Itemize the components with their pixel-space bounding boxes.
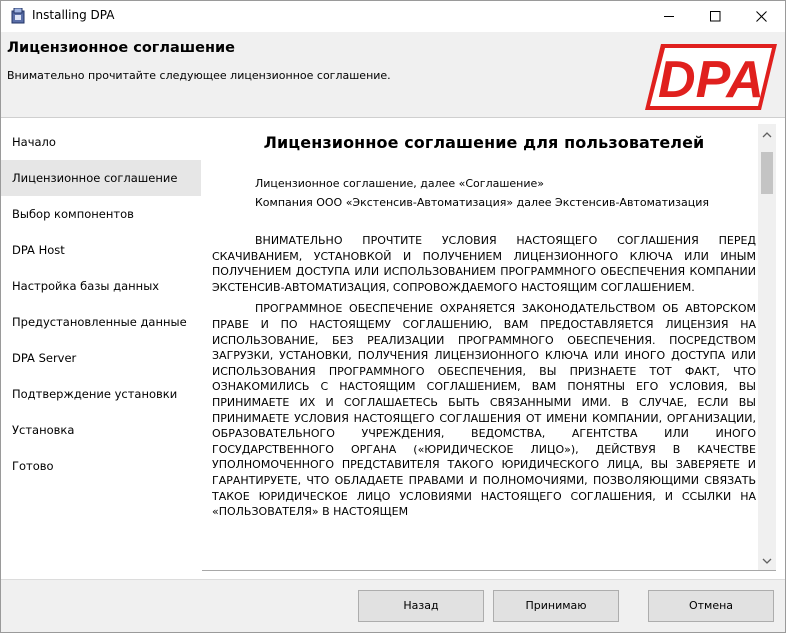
step-subtitle: Внимательно прочитайте следующее лицензи… (7, 69, 391, 82)
license-line-agreement: Лицензионное соглашение, далее «Соглашен… (255, 177, 545, 190)
sidebar-item-dpa-server[interactable]: DPA Server (1, 340, 201, 376)
chevron-up-icon (762, 132, 772, 138)
step-title: Лицензионное соглашение (7, 40, 236, 56)
steps-sidebar: Начало Лицензионное соглашение Выбор ком… (1, 124, 201, 579)
vertical-scrollbar[interactable] (758, 124, 776, 570)
dpa-logo-text: DPA (658, 51, 764, 109)
license-title: Лицензионное соглашение для пользователе… (263, 133, 705, 152)
license-line-company: Компания ООО «Экстенсив-Автоматизация» д… (255, 196, 710, 209)
sidebar-item-start[interactable]: Начало (1, 124, 201, 160)
license-paragraph: ПРОГРАММНОЕ ОБЕСПЕЧЕНИЕ ОХРАНЯЕТСЯ ЗАКОН… (212, 302, 756, 519)
sidebar-item-done[interactable]: Готово (1, 448, 201, 484)
license-paragraph: ВНИМАТЕЛЬНО ПРОЧТИТЕ УСЛОВИЯ НАСТОЯЩЕГО … (212, 234, 756, 294)
scroll-up-button[interactable] (758, 126, 776, 144)
minimize-icon (664, 16, 674, 17)
back-button[interactable]: Назад (358, 590, 484, 622)
sidebar-item-preset-data[interactable]: Предустановленные данные (1, 304, 201, 340)
sidebar-item-dpa-host[interactable]: DPA Host (1, 232, 201, 268)
maximize-button[interactable] (693, 1, 739, 31)
cancel-button[interactable]: Отмена (648, 590, 774, 622)
installer-window: Installing DPA Лицензионное соглашение В… (0, 0, 786, 633)
license-text-box[interactable]: Лицензионное соглашение для пользователе… (202, 124, 776, 571)
sidebar-item-components[interactable]: Выбор компонентов (1, 196, 201, 232)
minimize-button[interactable] (647, 1, 693, 31)
accept-button[interactable]: Принимаю (493, 590, 619, 622)
sidebar-item-license[interactable]: Лицензионное соглашение (1, 160, 201, 196)
window-title: Installing DPA (32, 8, 115, 22)
title-bar[interactable]: Installing DPA (1, 1, 785, 31)
step-header: Лицензионное соглашение Внимательно проч… (1, 32, 785, 118)
sidebar-item-database[interactable]: Настройка базы данных (1, 268, 201, 304)
sidebar-item-confirm[interactable]: Подтверждение установки (1, 376, 201, 412)
sidebar-item-install[interactable]: Установка (1, 412, 201, 448)
installer-app-icon (11, 7, 25, 24)
chevron-down-icon (762, 558, 772, 564)
scroll-thumb[interactable] (761, 152, 773, 194)
dpa-logo: DPA (645, 44, 777, 110)
maximize-icon (710, 11, 721, 22)
button-bar: Назад Принимаю Отмена (1, 579, 785, 632)
license-document: Лицензионное соглашение для пользователе… (212, 124, 756, 568)
close-icon (756, 11, 767, 22)
close-button[interactable] (739, 1, 785, 31)
scroll-down-button[interactable] (758, 552, 776, 570)
